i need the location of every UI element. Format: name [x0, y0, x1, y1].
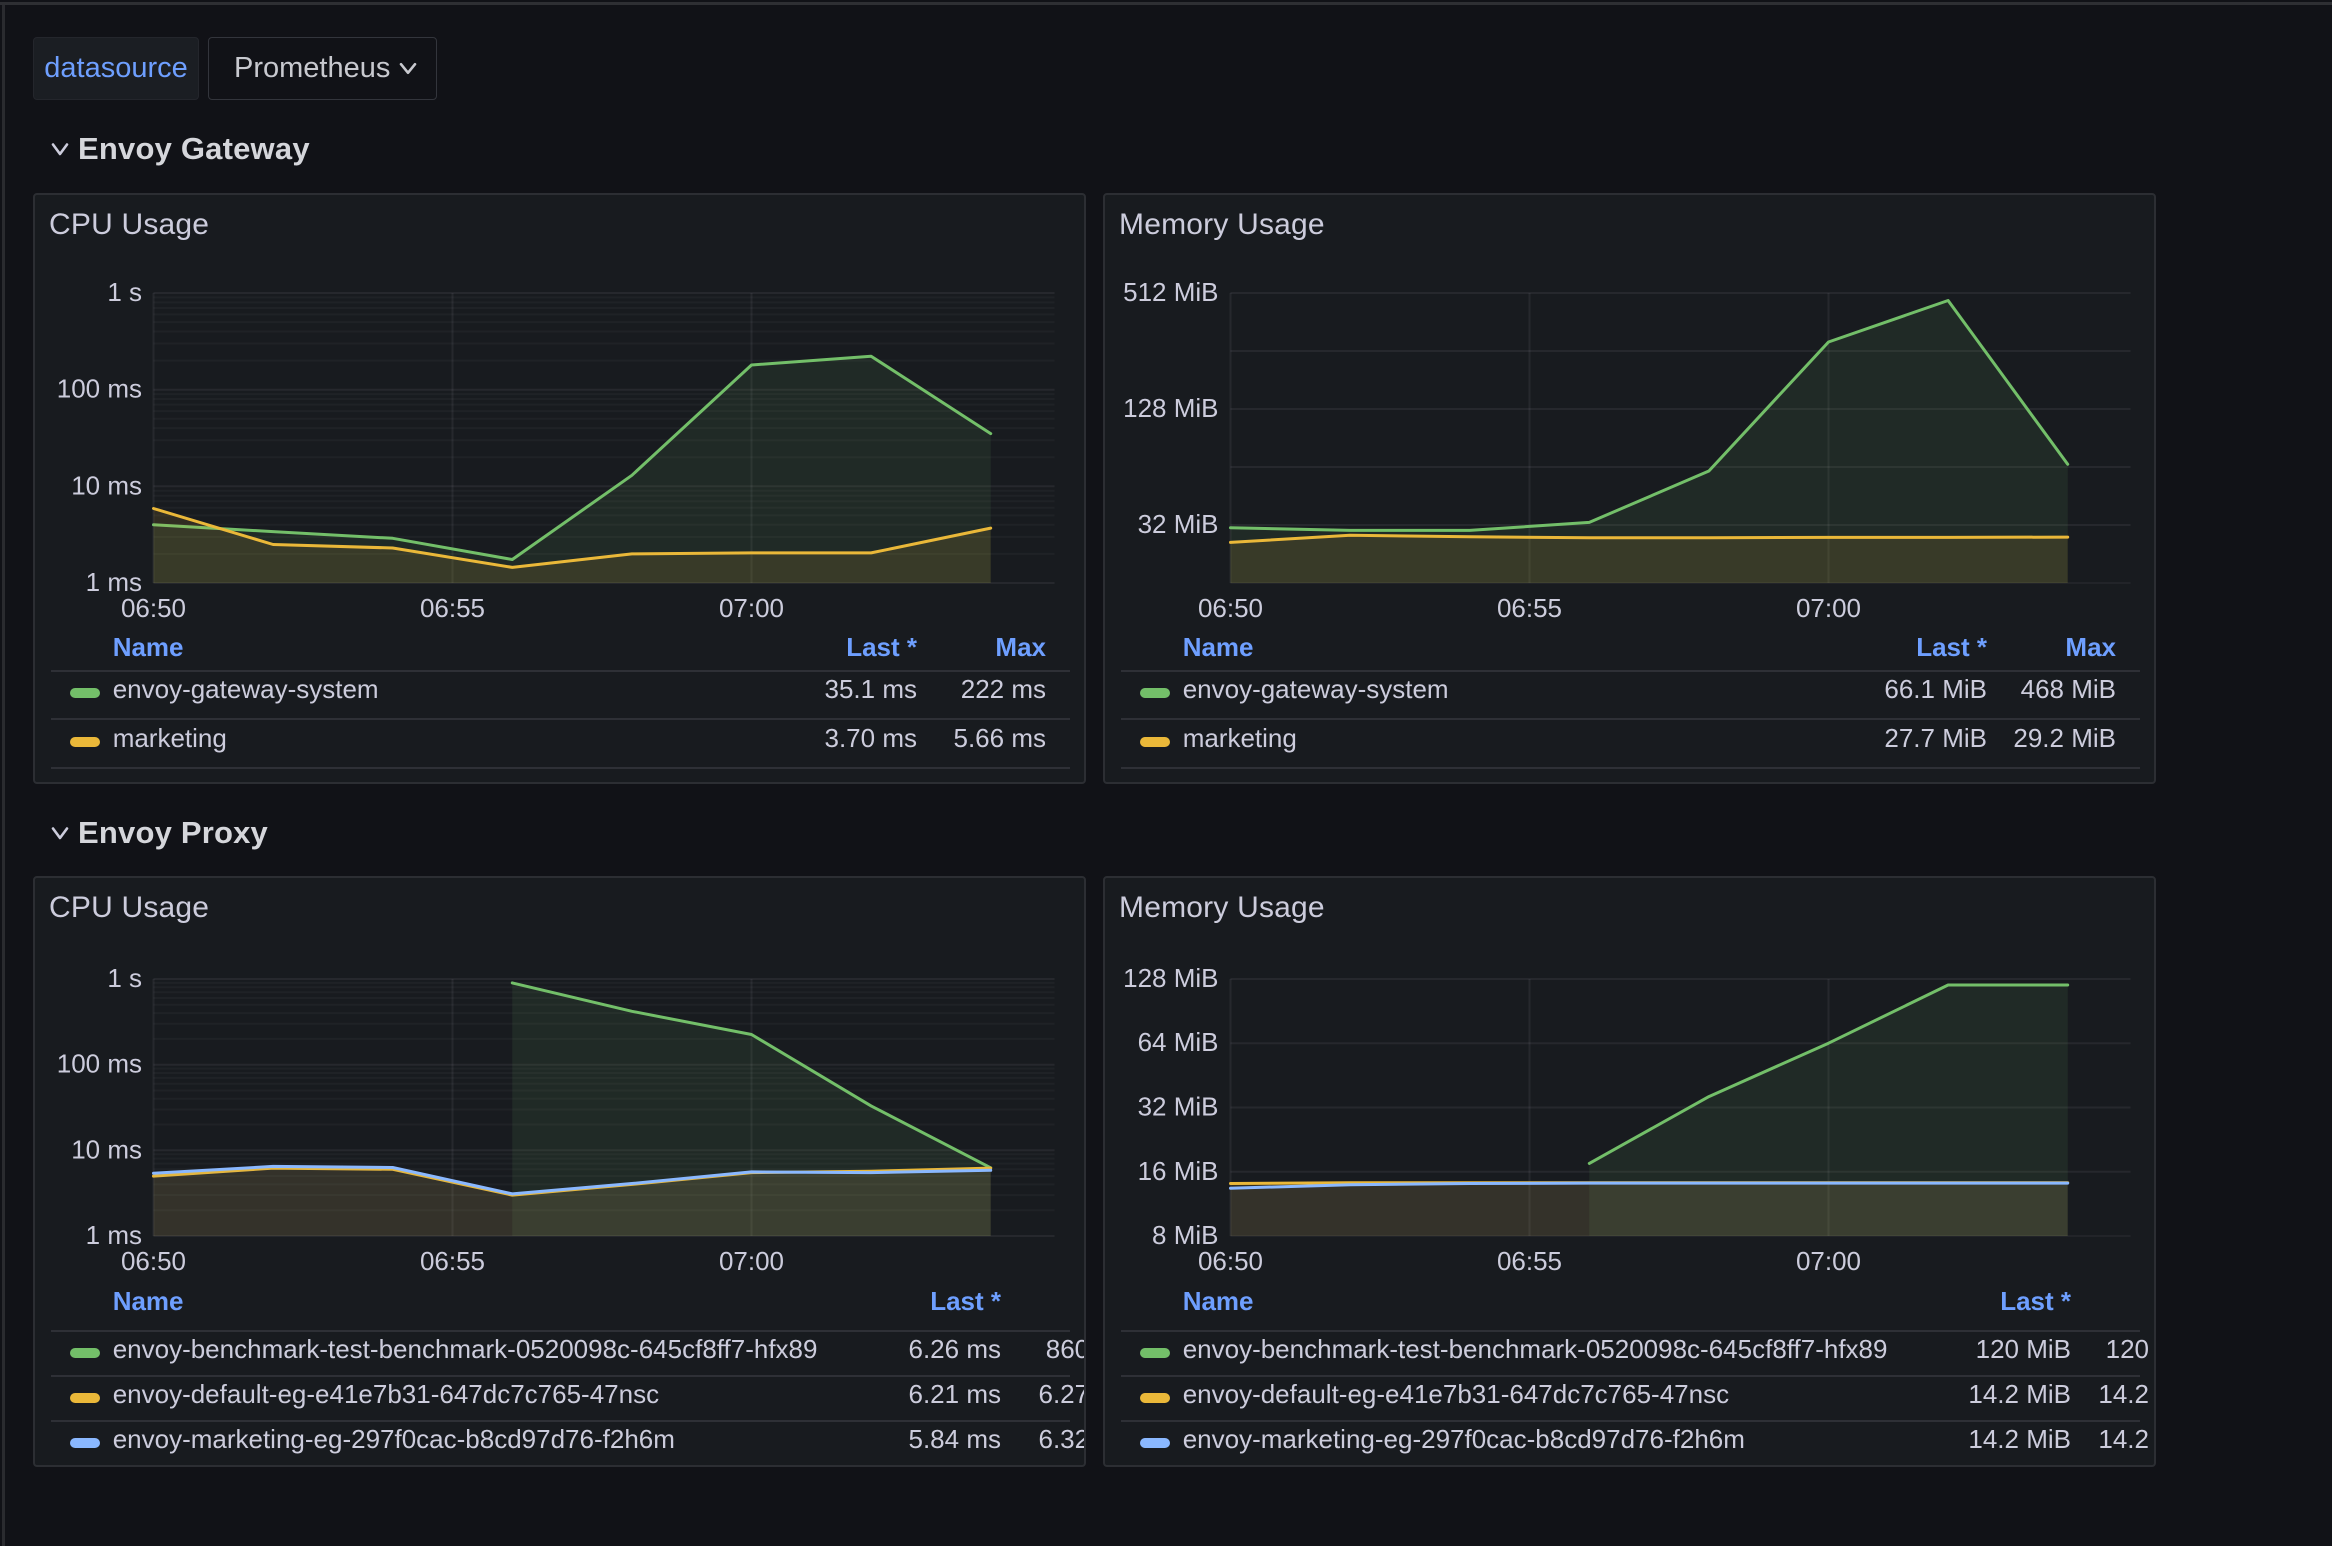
svg-text:06:55: 06:55	[420, 1246, 485, 1276]
svg-text:16 MiB: 16 MiB	[1138, 1155, 1219, 1185]
svg-text:07:00: 07:00	[719, 593, 784, 623]
svg-text:06:50: 06:50	[1198, 1246, 1263, 1276]
svg-text:06:50: 06:50	[1198, 593, 1263, 623]
svg-text:32 MiB: 32 MiB	[1138, 509, 1219, 539]
svg-text:128 MiB: 128 MiB	[1123, 393, 1218, 423]
svg-text:512 MiB: 512 MiB	[1123, 277, 1218, 307]
svg-text:06:55: 06:55	[1497, 593, 1562, 623]
svg-text:1 s: 1 s	[107, 963, 142, 993]
svg-text:10 ms: 10 ms	[71, 470, 142, 500]
svg-text:07:00: 07:00	[1796, 1246, 1861, 1276]
svg-text:06:50: 06:50	[121, 593, 186, 623]
svg-text:128 MiB: 128 MiB	[1123, 963, 1218, 993]
svg-text:100 ms: 100 ms	[57, 373, 142, 403]
svg-text:1 s: 1 s	[107, 277, 142, 307]
svg-text:06:55: 06:55	[420, 593, 485, 623]
svg-text:10 ms: 10 ms	[71, 1134, 142, 1164]
svg-text:06:50: 06:50	[121, 1246, 186, 1276]
svg-text:64 MiB: 64 MiB	[1138, 1027, 1219, 1057]
svg-text:100 ms: 100 ms	[57, 1048, 142, 1078]
svg-text:32 MiB: 32 MiB	[1138, 1091, 1219, 1121]
svg-text:07:00: 07:00	[1796, 593, 1861, 623]
svg-text:07:00: 07:00	[719, 1246, 784, 1276]
svg-text:06:55: 06:55	[1497, 1246, 1562, 1276]
